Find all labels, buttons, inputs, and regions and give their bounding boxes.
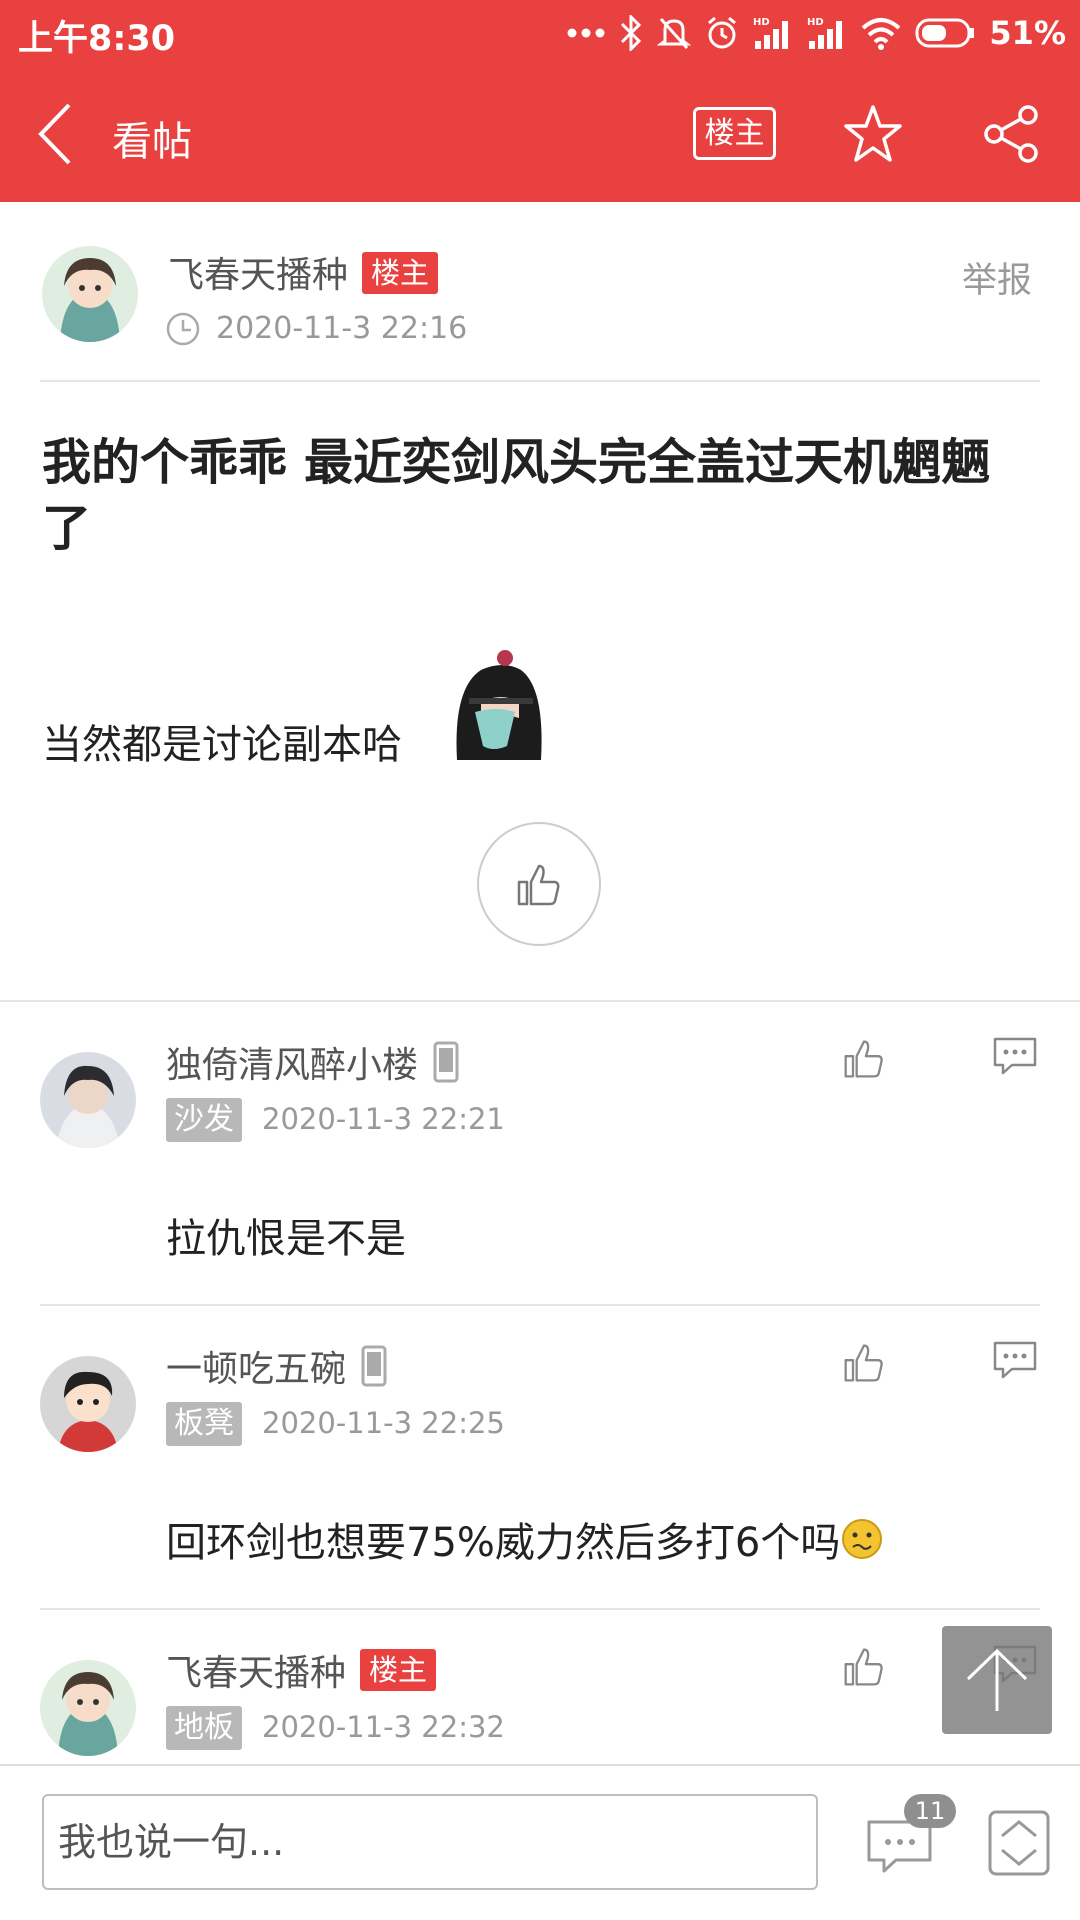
- thumbs-up-icon: [844, 1040, 883, 1078]
- alarm-icon: [708, 16, 737, 49]
- sticker-emoji: [456, 650, 542, 760]
- reply-content: 拉仇恨是不是: [166, 1206, 406, 1264]
- wifi-icon: [862, 18, 901, 50]
- reply-item: 一顿吃五碗 板凳 2020-11-3 22:25 回环剑也想要75%威力然后多打…: [0, 1306, 1080, 1610]
- back-arrow-icon: [38, 103, 71, 165]
- battery-percent: 51%: [989, 14, 1066, 52]
- reply-time: 2020-11-3 22:32: [262, 1710, 505, 1744]
- bottom-bar: 11: [0, 1764, 1080, 1920]
- svg-text:HD: HD: [753, 17, 770, 28]
- reply-time: 2020-11-3 22:21: [262, 1102, 505, 1136]
- reply-author: 飞春天播种 楼主: [166, 1644, 437, 1696]
- floor-tag: 地板: [166, 1706, 242, 1750]
- reply-comment-button[interactable]: [992, 1340, 1042, 1390]
- reply-author: 独倚清风醉小楼: [166, 1036, 460, 1088]
- thumbs-up-icon: [844, 1344, 883, 1382]
- reply-comment-button[interactable]: [992, 1036, 1042, 1086]
- reply-item: 独倚清风醉小楼 沙发 2020-11-3 22:21 拉仇恨是不是: [0, 1002, 1080, 1306]
- puzzled-emoji-icon: [842, 1519, 883, 1559]
- thumbs-up-icon: [844, 1648, 883, 1686]
- arrow-up-icon: [966, 1648, 1028, 1711]
- reply-content-text: 拉仇恨是不是: [166, 1216, 406, 1262]
- status-time: 上午8:30: [18, 19, 176, 59]
- share-button[interactable]: [980, 103, 1042, 165]
- mute-icon: [657, 17, 692, 50]
- signal-hd-icon: HD: [753, 17, 789, 49]
- avatar-image: [40, 1052, 136, 1148]
- up-down-arrows-icon: [988, 1810, 1050, 1876]
- comment-count-badge: 11: [904, 1794, 956, 1828]
- post-title: 我的个乖乖 最近奕剑风头完全盖过天机魍魉了: [42, 434, 991, 557]
- avatar[interactable]: [40, 1052, 136, 1148]
- avatar[interactable]: [42, 246, 138, 342]
- avatar-image: [42, 246, 138, 342]
- post-author-name[interactable]: 飞春天播种: [168, 255, 348, 296]
- more-dots-icon: [567, 28, 605, 38]
- reply-content-text: 回环剑也想要75%威力然后多打6个吗: [166, 1520, 841, 1566]
- comment-bubble-icon: [993, 1037, 1037, 1075]
- divider: [40, 380, 1040, 382]
- battery-icon: [915, 18, 975, 48]
- favorite-button[interactable]: [842, 103, 904, 165]
- star-icon: [844, 105, 902, 162]
- thumbs-up-icon: [517, 864, 560, 906]
- avatar[interactable]: [40, 1660, 136, 1756]
- comment-bubble-icon: [993, 1341, 1037, 1379]
- page-title: 看帖: [112, 119, 192, 165]
- reply-time: 2020-11-3 22:25: [262, 1406, 505, 1440]
- op-tag: 楼主: [362, 252, 439, 294]
- title-bar: 看帖 楼主: [0, 66, 1080, 202]
- post-body: 当然都是讨论副本哈: [42, 722, 402, 768]
- clock-icon: [166, 312, 200, 345]
- reply-item: 飞春天播种 楼主 地板 2020-11-3 22:32: [0, 1610, 1080, 1764]
- floor-navigation-button[interactable]: [988, 1810, 1050, 1876]
- back-button[interactable]: [30, 96, 80, 172]
- bluetooth-icon: [621, 15, 642, 51]
- reply-author-name[interactable]: 一顿吃五碗: [166, 1340, 346, 1392]
- app-header: 上午8:30 HD HD 51% 看帖 楼主: [0, 0, 1080, 202]
- phone-icon: [433, 1041, 459, 1083]
- reply-content: 回环剑也想要75%威力然后多打6个吗: [166, 1510, 884, 1568]
- op-only-button[interactable]: 楼主: [693, 107, 776, 160]
- status-icons: HD HD 51%: [567, 10, 1066, 56]
- reply-author-name[interactable]: 独倚清风醉小楼: [166, 1036, 418, 1088]
- op-tag: 楼主: [360, 1649, 437, 1691]
- svg-text:HD: HD: [807, 17, 824, 28]
- report-link[interactable]: 举报: [962, 252, 1032, 303]
- post-author: 飞春天播种 楼主: [168, 246, 439, 298]
- reply-like-button[interactable]: [842, 1644, 892, 1694]
- signal-hd-icon: HD: [807, 17, 843, 49]
- reply-author: 一顿吃五碗: [166, 1340, 388, 1392]
- status-bar: 上午8:30 HD HD 51%: [0, 0, 1080, 66]
- post-like-button[interactable]: [477, 822, 601, 946]
- avatar-image: [40, 1356, 136, 1452]
- reply-input[interactable]: [42, 1794, 818, 1890]
- floor-tag: 板凳: [166, 1402, 242, 1446]
- post-time: 2020-11-3 22:16: [166, 311, 467, 346]
- floor-tag: 沙发: [166, 1098, 242, 1142]
- share-icon: [984, 105, 1038, 163]
- avatar-image: [40, 1660, 136, 1756]
- reply-like-button[interactable]: [842, 1340, 892, 1390]
- scroll-to-top-button[interactable]: [942, 1626, 1052, 1734]
- post-time-text: 2020-11-3 22:16: [216, 311, 468, 346]
- reply-author-name[interactable]: 飞春天播种: [166, 1644, 346, 1696]
- avatar[interactable]: [40, 1356, 136, 1452]
- phone-icon: [361, 1345, 387, 1387]
- reply-like-button[interactable]: [842, 1036, 892, 1086]
